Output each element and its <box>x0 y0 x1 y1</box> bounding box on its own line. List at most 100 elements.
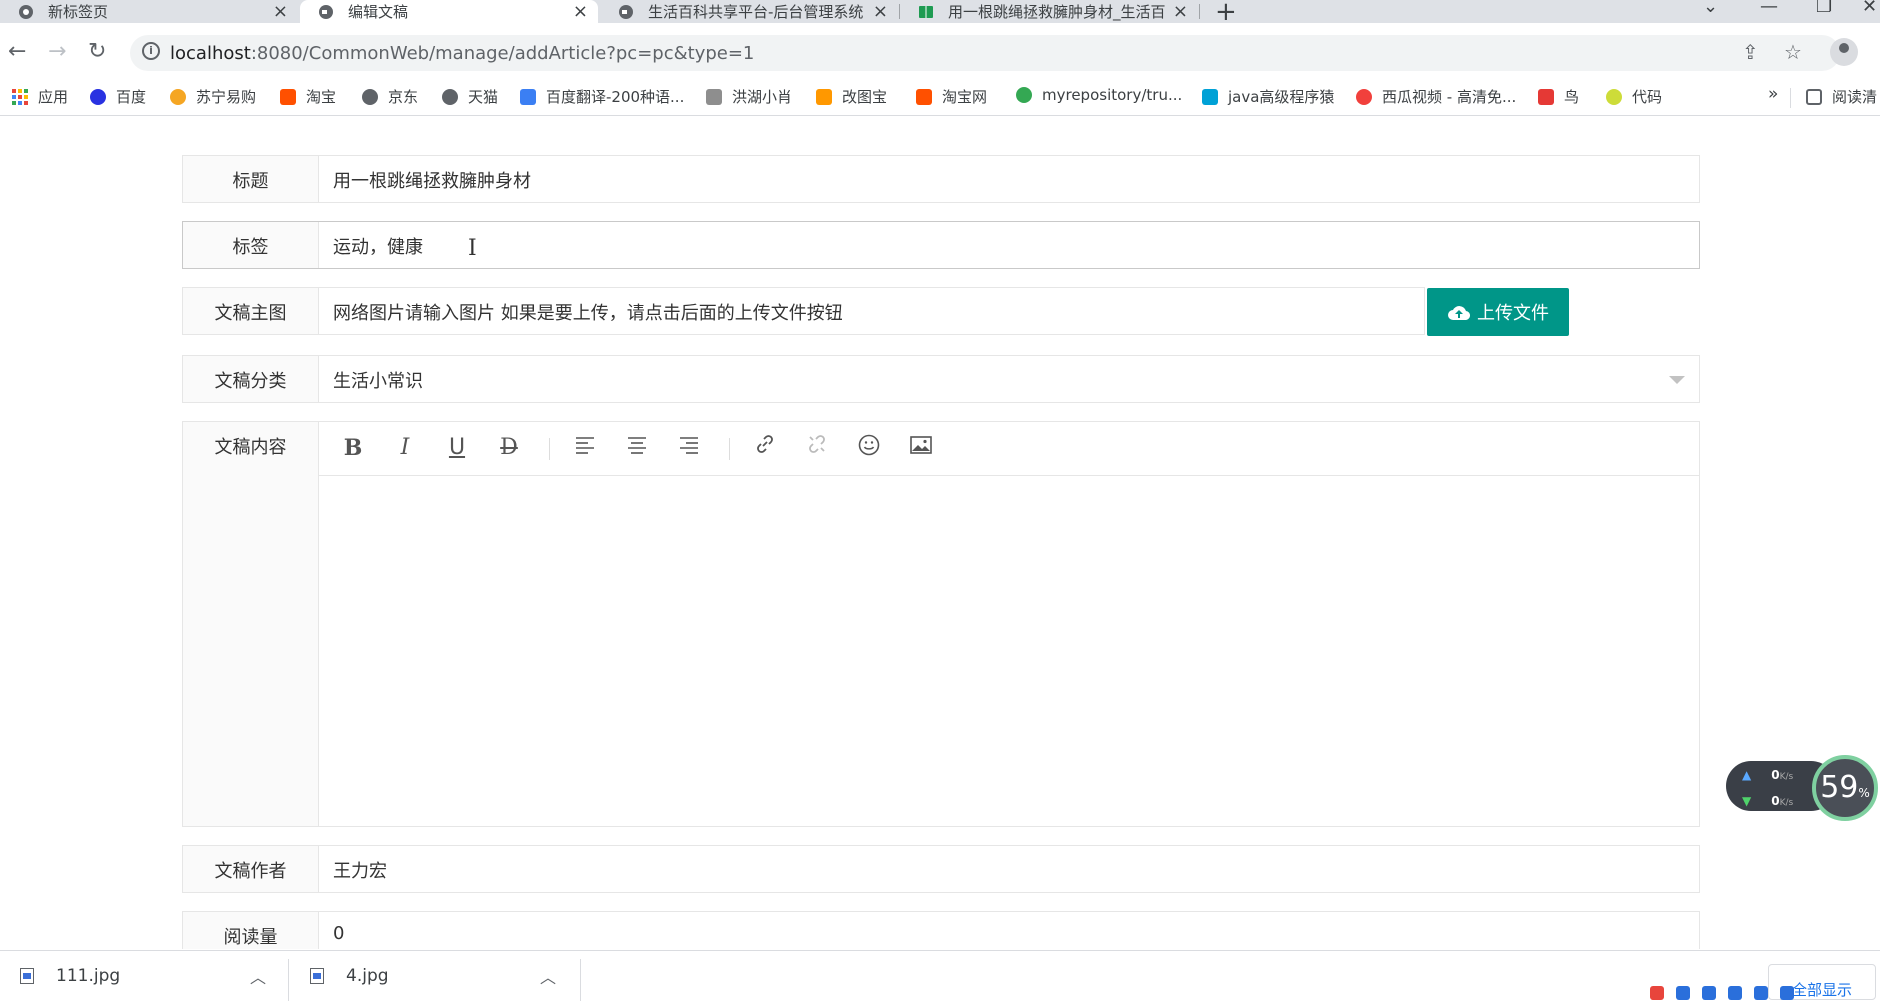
tab-strip: 新标签页 × 编辑文稿 × 生活百科共享平台-后台管理系统 × 用一根跳绳拯救臃… <box>0 0 1880 27</box>
views-input[interactable]: 0 <box>319 912 1699 949</box>
bookmark-apps[interactable]: 应用 <box>12 86 68 107</box>
bookmarks-divider <box>1790 88 1791 108</box>
reload-icon[interactable]: ↻ <box>88 39 106 64</box>
cover-url-input[interactable]: 网络图片请输入图片 如果是要上传，请点击后面的上传文件按钮 <box>319 288 1424 334</box>
strikethrough-icon[interactable]: D <box>495 434 523 462</box>
image-icon[interactable] <box>907 434 935 462</box>
globe-icon <box>618 4 634 20</box>
bookmark-jd[interactable]: 京东 <box>362 86 418 107</box>
bookmark-star-icon[interactable]: ☆ <box>1784 40 1802 64</box>
window-close-icon[interactable]: ✕ <box>1862 0 1877 17</box>
profile-avatar-icon[interactable] <box>1830 38 1858 66</box>
site-info-icon[interactable]: i <box>142 42 160 60</box>
gaitubao-icon <box>816 88 832 105</box>
align-left-icon[interactable] <box>571 434 599 462</box>
bookmarks-overflow-icon[interactable]: » <box>1768 84 1778 104</box>
cloud-upload-icon <box>1447 304 1471 321</box>
bookmark-taobao[interactable]: 淘宝 <box>280 86 336 107</box>
tab-new-tab[interactable]: 新标签页 × <box>0 0 298 23</box>
download-filename: 4.jpg <box>346 966 389 986</box>
bookmark-xigua[interactable]: 西瓜视频 - 高清免... <box>1356 86 1516 107</box>
category-label: 文稿分类 <box>183 356 319 402</box>
address-bar[interactable]: i localhost:8080/CommonWeb/manage/addArt… <box>130 35 1840 71</box>
tray-app-icon[interactable] <box>1650 986 1664 1000</box>
bookmark-myrepository[interactable]: myrepository/tru... <box>1016 86 1182 104</box>
upload-speed-value: 0 <box>1771 768 1780 782</box>
bird-icon <box>706 88 722 105</box>
bold-icon[interactable]: B <box>339 434 367 462</box>
chrome-icon <box>1016 87 1032 103</box>
bookmark-bird[interactable]: 鸟 <box>1538 86 1579 107</box>
page-content: 标题 用一根跳绳拯救臃肿身材 标签 运动，健康 文稿主图 网络图片请输入图片 如… <box>0 117 1880 949</box>
apps-grid-icon <box>12 88 28 105</box>
bookmark-tmall[interactable]: 天猫 <box>442 86 498 107</box>
unlink-icon[interactable] <box>803 434 831 462</box>
bookmark-honghu[interactable]: 洪湖小肖 <box>706 86 792 107</box>
bookmark-baidu[interactable]: 百度 <box>90 86 146 107</box>
chevron-up-icon[interactable]: ︿ <box>540 964 556 988</box>
close-icon[interactable]: × <box>1173 1 1188 22</box>
content-label: 文稿内容 <box>183 422 319 826</box>
tray-app-icon[interactable] <box>1754 986 1769 1000</box>
tray-app-icon[interactable] <box>1780 986 1795 1000</box>
minimize-icon[interactable]: — <box>1760 0 1778 17</box>
tab-article-page[interactable]: 用一根跳绳拯救臃肿身材_生活百 × <box>900 0 1198 23</box>
tab-divider <box>1199 4 1200 19</box>
tab-admin-system[interactable]: 生活百科共享平台-后台管理系统 × <box>600 0 898 23</box>
chevron-up-icon[interactable]: ︿ <box>250 964 266 988</box>
bookmark-label: 淘宝 <box>306 88 337 106</box>
download-filename: 111.jpg <box>56 966 121 986</box>
bookmark-label: 代码 <box>1632 88 1663 106</box>
tags-input[interactable]: 运动，健康 <box>319 222 1699 268</box>
upload-file-button[interactable]: 上传文件 <box>1427 288 1569 336</box>
category-selected-value: 生活小常识 <box>333 371 423 392</box>
close-icon[interactable]: × <box>873 1 888 22</box>
bookmark-code[interactable]: 代码 <box>1606 86 1662 107</box>
toolbar-divider <box>729 438 730 460</box>
bookmark-suning[interactable]: 苏宁易购 <box>170 86 256 107</box>
url-path: :8080/CommonWeb/manage/addArticle?pc=pc&… <box>250 43 755 64</box>
align-center-icon[interactable] <box>623 434 651 462</box>
author-input[interactable]: 王力宏 <box>319 846 1699 892</box>
translate-icon <box>520 88 536 105</box>
tray-app-icon[interactable] <box>1728 986 1743 1000</box>
tab-title: 编辑文稿 <box>348 3 409 21</box>
close-icon[interactable]: × <box>573 1 588 22</box>
title-input[interactable]: 用一根跳绳拯救臃肿身材 <box>319 156 1699 202</box>
tray-app-icon[interactable] <box>1676 986 1691 1000</box>
taobao-icon <box>280 88 296 105</box>
taobao-icon <box>916 88 932 105</box>
url-text: localhost:8080/CommonWeb/manage/addArtic… <box>170 43 754 64</box>
bookmark-label: 改图宝 <box>842 88 888 106</box>
align-right-icon[interactable] <box>675 434 703 462</box>
suning-lion-icon <box>170 88 186 105</box>
underline-icon[interactable]: U <box>443 434 471 462</box>
tab-edit-article[interactable]: 编辑文稿 × <box>300 0 598 23</box>
network-speed-widget[interactable]: ▲ 0K/s ▼ 0K/s 59% <box>1726 755 1880 821</box>
bookmark-reading-list[interactable]: 阅读清 <box>1806 86 1877 107</box>
share-icon[interactable]: ⇪ <box>1742 40 1759 64</box>
category-select[interactable]: 生活小常识 <box>319 356 1699 402</box>
bookmark-label: 天猫 <box>468 88 499 106</box>
forward-arrow-icon[interactable]: → <box>48 39 66 64</box>
download-item[interactable]: 111.jpg ︿ <box>20 951 280 1001</box>
content-editor-area[interactable] <box>319 476 1699 826</box>
download-item[interactable]: 4.jpg ︿ <box>310 951 570 1001</box>
bookmark-baidu-translate[interactable]: 百度翻译-200种语... <box>520 86 684 107</box>
upload-button-label: 上传文件 <box>1477 303 1549 324</box>
close-icon[interactable]: × <box>273 1 288 22</box>
tray-app-icon[interactable] <box>1702 986 1717 1000</box>
back-arrow-icon[interactable]: ← <box>8 39 26 64</box>
bookmark-java[interactable]: java高级程序猿 <box>1202 86 1334 107</box>
tab-title: 用一根跳绳拯救臃肿身材_生活百 <box>948 3 1165 21</box>
usage-percent-sign: % <box>1858 786 1870 800</box>
bookmark-taobao-net[interactable]: 淘宝网 <box>916 86 987 107</box>
link-icon[interactable] <box>751 434 779 462</box>
image-file-icon <box>310 968 324 984</box>
emoji-icon[interactable] <box>855 434 883 462</box>
bookmark-gaitubao[interactable]: 改图宝 <box>816 86 887 107</box>
restore-icon[interactable]: ❐ <box>1816 0 1832 17</box>
chevron-down-icon[interactable] <box>1669 376 1685 384</box>
tab-search-chevron-icon[interactable]: ⌄ <box>1703 0 1718 17</box>
italic-icon[interactable]: I <box>391 434 419 462</box>
